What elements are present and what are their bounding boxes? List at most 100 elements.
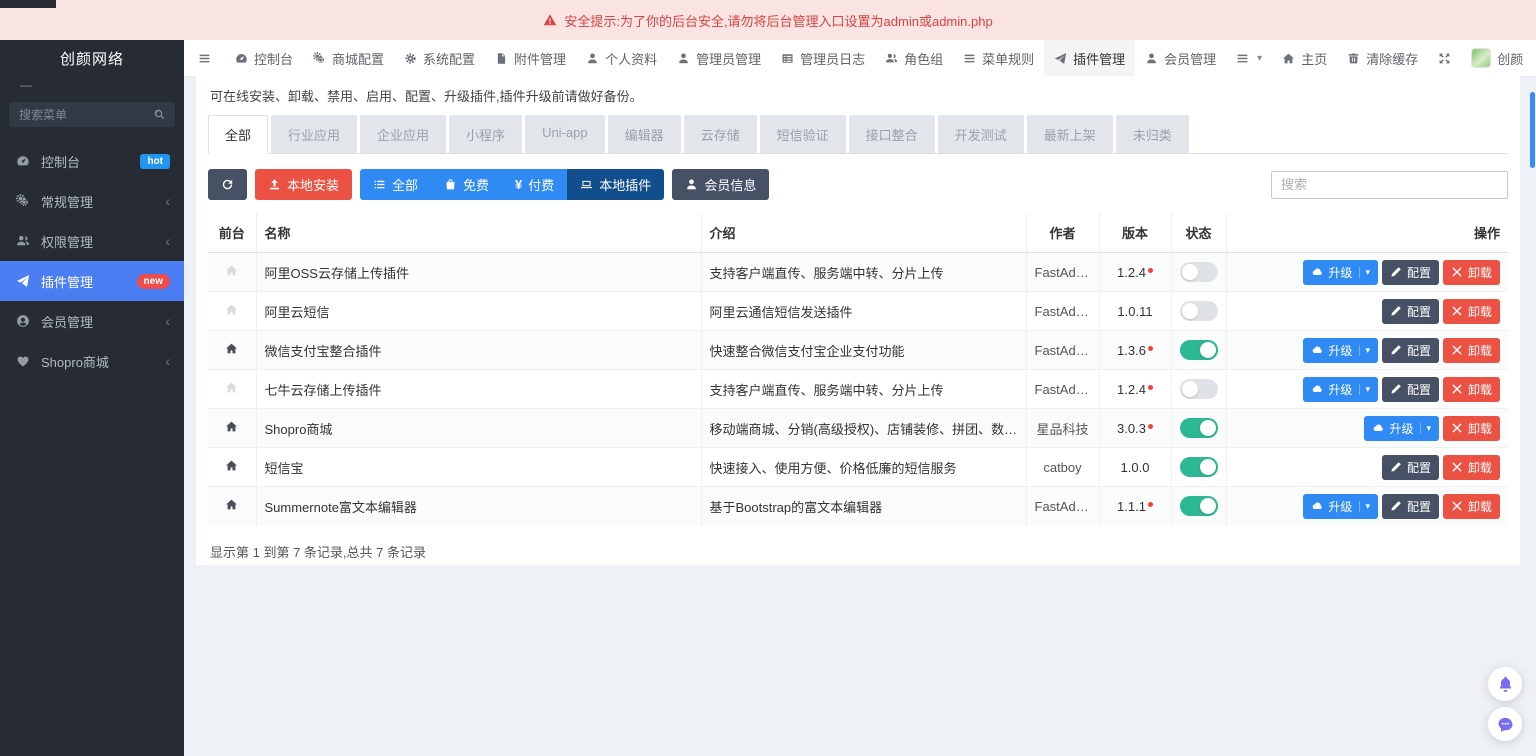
column-header: 作者 — [1025, 213, 1099, 253]
sidebar-toggle-button[interactable] — [184, 40, 225, 76]
tab-接口整合[interactable]: 接口整合 — [848, 115, 935, 154]
uninstall-button[interactable]: 卸载 — [1442, 493, 1500, 519]
sidebar-item-auth[interactable]: 权限管理 ‹ — [0, 221, 184, 261]
frontend-home-icon — [225, 459, 238, 472]
config-button[interactable]: 配置 — [1381, 259, 1439, 285]
paid-button[interactable]: ¥ 付费 — [502, 169, 568, 200]
user-icon — [685, 178, 698, 191]
nav-item-shop-config[interactable]: 商城配置 — [303, 40, 394, 76]
nav-item-addon[interactable]: 插件管理 — [1044, 40, 1136, 76]
sidebar-item-shopro[interactable]: Shopro商城 ‹ — [0, 341, 184, 381]
config-button[interactable]: 配置 — [1381, 298, 1439, 324]
all-button[interactable]: 全部 — [360, 169, 432, 200]
upgrade-button[interactable]: 升级 ▾ — [1303, 337, 1378, 363]
badge-new: new — [136, 273, 170, 289]
config-button[interactable]: 配置 — [1381, 337, 1439, 363]
uninstall-button[interactable]: 卸载 — [1442, 376, 1500, 402]
caret-down-icon: ▾ — [1359, 383, 1370, 395]
sidebar-collapse-dash: — — [20, 78, 32, 92]
tab-全部[interactable]: 全部 — [208, 115, 269, 154]
sidebar-item-addon[interactable]: 插件管理 new — [0, 261, 184, 301]
plugin-search-input[interactable] — [1271, 170, 1508, 199]
uninstall-button[interactable]: 卸载 — [1442, 415, 1500, 441]
free-button[interactable]: 免费 — [431, 169, 503, 200]
plugin-name: 阿里云短信 — [255, 291, 701, 331]
caret-down-icon: ▾ — [1359, 344, 1370, 356]
status-toggle[interactable] — [1179, 262, 1218, 282]
pencil-icon — [1390, 344, 1402, 356]
column-header: 操作 — [1225, 213, 1508, 253]
nav-list-dropdown[interactable]: ▾ — [1226, 40, 1272, 76]
tab-开发测试[interactable]: 开发测试 — [937, 115, 1024, 154]
tab-编辑器[interactable]: 编辑器 — [607, 115, 681, 154]
tab-未归类[interactable]: 未归类 — [1115, 115, 1189, 154]
list-icon — [1236, 52, 1249, 65]
nav-item-admin[interactable]: 管理员管理 — [667, 40, 771, 76]
record-summary: 显示第 1 到第 7 条记录,总共 7 条记录 — [210, 544, 426, 560]
uninstall-button[interactable]: 卸载 — [1442, 454, 1500, 480]
chat-fab[interactable] — [1488, 707, 1522, 741]
x-icon — [1451, 461, 1463, 473]
caret-down-icon: ▾ — [1257, 52, 1263, 64]
status-toggle[interactable] — [1179, 457, 1218, 477]
uninstall-button[interactable]: 卸载 — [1442, 337, 1500, 363]
username-label: 创颜 — [1497, 51, 1524, 67]
notifications-fab[interactable] — [1488, 667, 1522, 701]
upgrade-button[interactable]: 升级 ▾ — [1364, 415, 1439, 441]
nav-fullscreen[interactable] — [1428, 40, 1461, 76]
status-toggle[interactable] — [1179, 301, 1218, 321]
scrollbar-thumb[interactable] — [1530, 92, 1535, 168]
member-info-button[interactable]: 会员信息 — [672, 169, 770, 200]
nav-home[interactable]: 主页 — [1272, 40, 1337, 76]
config-button[interactable]: 配置 — [1381, 376, 1439, 402]
tab-企业应用[interactable]: 企业应用 — [360, 115, 447, 154]
cogs-icon — [14, 194, 31, 208]
status-toggle[interactable] — [1179, 340, 1218, 360]
plugin-panel: 可在线安装、卸载、禁用、启用、配置、升级插件,插件升级前请做好备份。 全部 行业应… — [196, 76, 1520, 565]
status-toggle[interactable] — [1179, 496, 1218, 517]
nav-item-dashboard[interactable]: 控制台 — [225, 40, 303, 76]
nav-user[interactable]: 创颜 — [1461, 40, 1533, 76]
column-header: 版本 — [1098, 213, 1171, 253]
upgrade-button[interactable]: 升级 ▾ — [1303, 493, 1378, 519]
nav-clear-cache[interactable]: 清除缓存 — [1337, 40, 1428, 76]
tab-小程序[interactable]: 小程序 — [449, 115, 523, 154]
column-header: 前台 — [208, 213, 256, 253]
refresh-button[interactable] — [208, 169, 247, 200]
nav-item-attachment[interactable]: 附件管理 — [485, 40, 576, 76]
plugin-table: 前台 名称 介绍 作者 版本 状态 操作 阿里OSS云存储上传插件 支持客户端直传、服务端中转… — [208, 213, 1508, 526]
tab-云存储[interactable]: 云存储 — [683, 115, 757, 154]
nav-item-profile[interactable]: 个人资料 — [576, 40, 667, 76]
nav-item-label: 管理员管理 — [696, 51, 762, 67]
tab-最新上架[interactable]: 最新上架 — [1026, 115, 1113, 154]
sidebar-item-general[interactable]: 常规管理 ‹ — [0, 181, 184, 221]
sidebar-item-user[interactable]: 会员管理 ‹ — [0, 301, 184, 341]
nav-item-label: 插件管理 — [1073, 51, 1126, 67]
tab-Uni-app[interactable]: Uni-app — [525, 115, 605, 154]
brand-title[interactable]: 创颜网络 — [0, 40, 184, 76]
upgrade-button[interactable]: 升级 ▾ — [1303, 376, 1378, 402]
status-toggle[interactable] — [1179, 418, 1218, 438]
status-toggle[interactable] — [1179, 379, 1218, 399]
uninstall-button[interactable]: 卸载 — [1442, 298, 1500, 324]
local-install-button[interactable]: 本地安装 — [255, 169, 353, 200]
topnav-tabs: 控制台 商城配置 系统配置 附件管理 个人资料 管理员管理 管理员日志 角色组 菜单规则 插件管理… — [225, 40, 1226, 76]
sidebar-item-dashboard[interactable]: 控制台 hot — [0, 141, 184, 181]
row-actions: 升级 ▾ 配置 卸载 — [1225, 330, 1508, 370]
nav-item-member[interactable]: 会员管理 — [1135, 40, 1226, 76]
tab-短信验证[interactable]: 短信验证 — [759, 115, 846, 154]
config-button[interactable]: 配置 — [1381, 493, 1439, 519]
nav-item-group[interactable]: 角色组 — [875, 40, 953, 76]
upgrade-button[interactable]: 升级 ▾ — [1303, 259, 1378, 285]
nav-item-system-config[interactable]: 系统配置 — [394, 40, 485, 76]
menu-search-input[interactable] — [9, 102, 175, 127]
tab-行业应用[interactable]: 行业应用 — [271, 115, 358, 154]
nav-item-admin-log[interactable]: 管理员日志 — [771, 40, 875, 76]
local-button[interactable]: 本地插件 — [567, 169, 665, 200]
nav-item-label: 附件管理 — [514, 51, 567, 67]
config-button[interactable]: 配置 — [1381, 454, 1439, 480]
row-actions: 升级 ▾ 卸载 — [1225, 408, 1508, 448]
heart-icon — [14, 354, 31, 368]
uninstall-button[interactable]: 卸载 — [1442, 259, 1500, 285]
nav-item-rule[interactable]: 菜单规则 — [953, 40, 1044, 76]
